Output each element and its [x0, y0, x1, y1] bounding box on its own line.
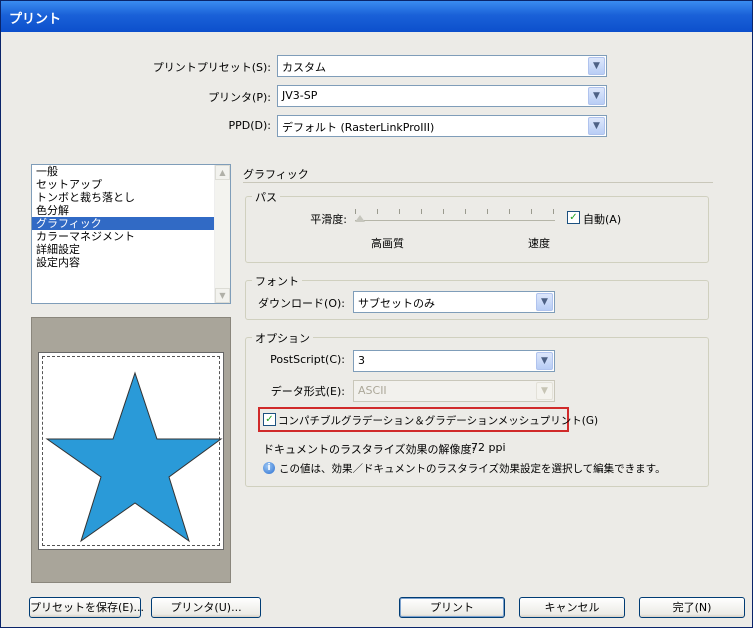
scroll-down-icon[interactable]: ▼	[215, 288, 230, 303]
star-icon	[45, 371, 223, 543]
printer-select[interactable]: JV3-SP ▼	[277, 85, 607, 107]
scrollbar[interactable]: ▲ ▼	[214, 165, 230, 303]
postscript-select[interactable]: 3 ▼	[353, 350, 555, 372]
category-list[interactable]: 一般 セットアップ トンボと裁ち落とし 色分解 グラフィック カラーマネジメント…	[31, 164, 231, 304]
list-item-selected[interactable]: グラフィック	[32, 217, 230, 230]
preset-label: プリントプリセット(S):	[152, 61, 271, 74]
section-title: グラフィック	[243, 168, 309, 181]
title-bar: プリント	[1, 1, 752, 32]
printer-label: プリンタ(P):	[208, 91, 271, 104]
download-select[interactable]: サブセットのみ ▼	[353, 291, 555, 313]
compat-gradient-label: コンパチブルグラデーション＆グラデーションメッシュプリント(G)	[278, 415, 599, 427]
ppd-value: デフォルト (RasterLinkProIII)	[282, 121, 435, 134]
cancel-button[interactable]: キャンセル	[519, 597, 625, 618]
list-item[interactable]: 設定内容	[32, 256, 230, 269]
list-item[interactable]: 一般	[32, 165, 230, 178]
slider-low-label: 高画質	[371, 237, 404, 250]
printer-value: JV3-SP	[282, 89, 318, 102]
flatness-label: 平滑度:	[310, 213, 347, 226]
download-value: サブセットのみ	[358, 297, 435, 310]
data-format-label: データ形式(E):	[270, 385, 345, 398]
chevron-down-icon[interactable]: ▼	[588, 87, 605, 105]
list-item[interactable]: カラーマネジメント	[32, 230, 230, 243]
auto-label: 自動(A)	[583, 213, 622, 226]
auto-checkbox[interactable]: ✓	[567, 211, 580, 224]
done-button[interactable]: 完了(N)	[639, 597, 745, 618]
preview-page	[38, 352, 224, 550]
save-preset-button[interactable]: プリセットを保存(E)...	[29, 597, 144, 618]
list-item[interactable]: 色分解	[32, 204, 230, 217]
print-dialog: プリント プリントプリセット(S): カスタム ▼ プリンタ(P): JV3-S…	[0, 0, 753, 628]
print-preview	[31, 317, 231, 583]
slider-thumb[interactable]	[355, 215, 365, 222]
printer-button[interactable]: プリンタ(U)...	[151, 597, 261, 618]
list-item[interactable]: トンボと裁ち落とし	[32, 191, 230, 204]
chevron-down-icon[interactable]: ▼	[536, 293, 553, 311]
postscript-label: PostScript(C):	[270, 353, 345, 366]
data-format-value: ASCII	[358, 384, 387, 397]
slider-high-label: 速度	[528, 237, 550, 250]
info-icon: i	[263, 462, 275, 474]
flatness-slider[interactable]	[355, 207, 559, 227]
preset-select[interactable]: カスタム ▼	[277, 55, 607, 77]
options-legend: オプション	[252, 330, 313, 346]
window-title: プリント	[9, 12, 62, 27]
print-button[interactable]: プリント	[399, 597, 505, 618]
scroll-up-icon[interactable]: ▲	[215, 165, 230, 180]
data-format-select: ASCII ▼	[353, 380, 555, 402]
path-legend: パス	[252, 189, 280, 205]
font-legend: フォント	[252, 273, 302, 289]
info-text: この値は、効果／ドキュメントのラスタライズ効果設定を選択して編集できます。	[279, 463, 666, 475]
chevron-down-icon: ▼	[536, 382, 553, 400]
postscript-value: 3	[358, 354, 365, 367]
section-divider	[243, 182, 713, 183]
chevron-down-icon[interactable]: ▼	[588, 57, 605, 75]
list-item[interactable]: セットアップ	[32, 178, 230, 191]
chevron-down-icon[interactable]: ▼	[588, 117, 605, 135]
preset-value: カスタム	[282, 61, 326, 74]
list-item[interactable]: 詳細設定	[32, 243, 230, 256]
ppd-label: PPD(D):	[228, 119, 272, 132]
compat-gradient-checkbox[interactable]: ✓	[263, 413, 276, 426]
ppd-select[interactable]: デフォルト (RasterLinkProIII) ▼	[277, 115, 607, 137]
chevron-down-icon[interactable]: ▼	[536, 352, 553, 370]
resolution-label: ドキュメントのラスタライズ効果の解像度:	[263, 443, 476, 456]
resolution-value: 72 ppi	[471, 441, 506, 454]
download-label: ダウンロード(O):	[258, 297, 345, 310]
